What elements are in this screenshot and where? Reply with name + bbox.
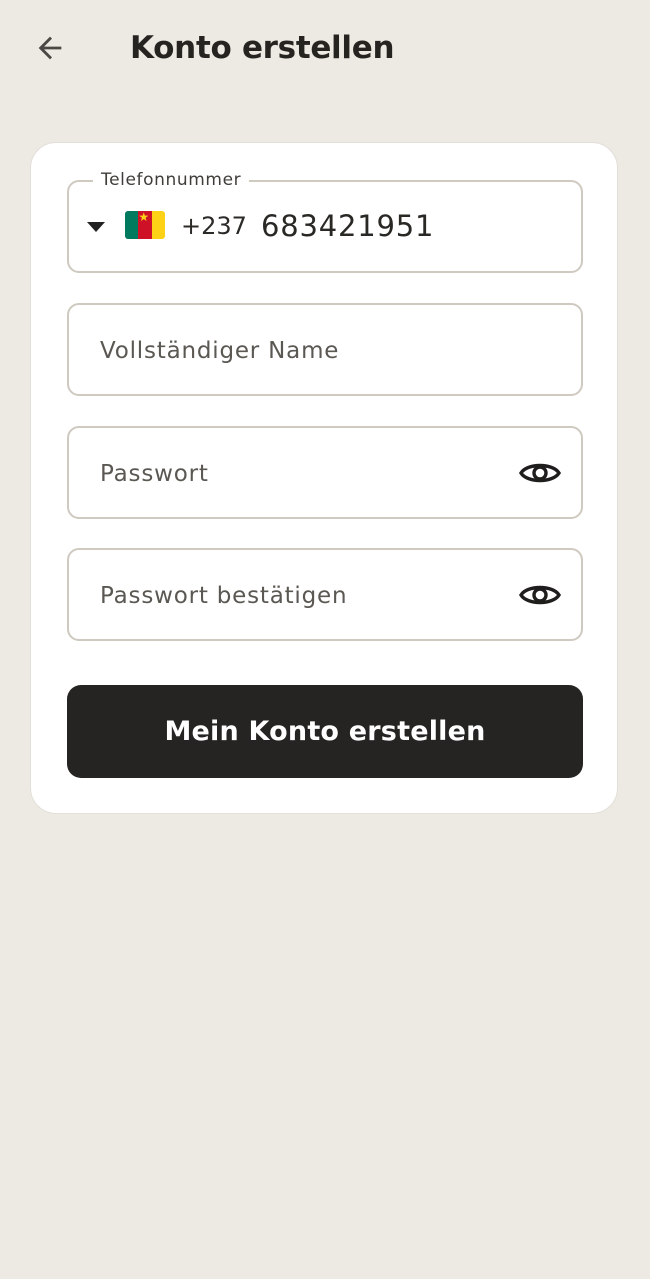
phone-input[interactable]: 683421951 xyxy=(261,208,541,244)
create-account-button[interactable]: Mein Konto erstellen xyxy=(67,685,583,778)
confirm-password-field[interactable]: Passwort bestätigen xyxy=(67,548,583,641)
eye-icon xyxy=(519,463,561,483)
eye-icon xyxy=(519,585,561,605)
back-button[interactable] xyxy=(26,24,74,72)
country-dropdown-icon[interactable] xyxy=(87,222,105,232)
password-visibility-toggle[interactable] xyxy=(519,453,561,493)
dial-code: +237 xyxy=(181,212,247,240)
arrow-left-icon xyxy=(38,36,62,60)
confirm-password-visibility-toggle[interactable] xyxy=(519,575,561,615)
full-name-placeholder: Vollständiger Name xyxy=(100,338,340,364)
phone-field[interactable]: Telefonnummer ★ +237 683421951 xyxy=(67,170,583,273)
create-account-label: Mein Konto erstellen xyxy=(164,716,486,747)
phone-field-label: Telefonnummer xyxy=(93,170,250,190)
cameroon-flag-icon[interactable]: ★ xyxy=(125,211,165,239)
password-placeholder: Passwort xyxy=(100,461,209,487)
page-title: Konto erstellen xyxy=(130,30,395,66)
full-name-field[interactable]: Vollständiger Name xyxy=(67,303,583,396)
confirm-password-placeholder: Passwort bestätigen xyxy=(100,583,348,609)
app-header: Konto erstellen xyxy=(0,0,650,96)
registration-card: Telefonnummer ★ +237 683421951 Vollständ… xyxy=(30,142,618,814)
password-field[interactable]: Passwort xyxy=(67,426,583,519)
